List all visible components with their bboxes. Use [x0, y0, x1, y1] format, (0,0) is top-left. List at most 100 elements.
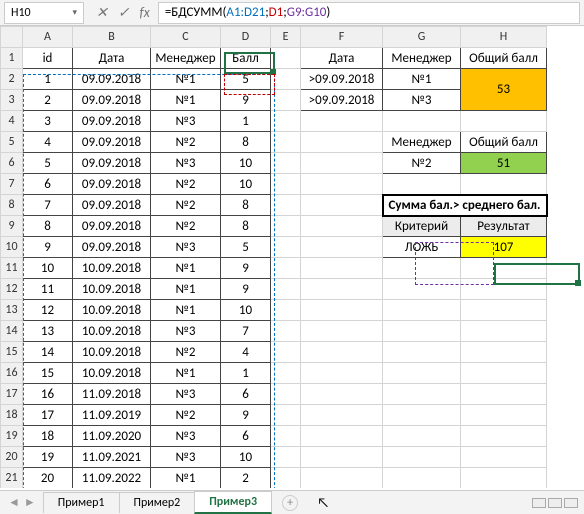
cell[interactable] [461, 258, 547, 279]
cell[interactable]: Дата [301, 48, 383, 69]
cell[interactable]: №2 [151, 132, 221, 153]
row-header[interactable]: 19 [1, 426, 23, 447]
col-header-F[interactable]: F [301, 27, 383, 48]
cell[interactable] [271, 195, 301, 216]
cell[interactable]: 11.09.2018 [73, 384, 151, 405]
cell[interactable] [301, 258, 383, 279]
cell[interactable]: №3 [151, 153, 221, 174]
row-header[interactable]: 1 [1, 48, 23, 69]
cell[interactable]: 8 [221, 195, 271, 216]
cell[interactable] [301, 174, 383, 195]
row-header[interactable]: 20 [1, 447, 23, 468]
formula-input[interactable]: =БДСУММ(A1:D21;D1;G9:G10) [158, 2, 580, 24]
cell[interactable]: 11.09.2021 [73, 447, 151, 468]
cell[interactable]: №3 [151, 447, 221, 468]
cell[interactable]: 5 [221, 69, 271, 90]
cell-sum-title[interactable]: Сумма бал.> среднего бал. [383, 195, 547, 216]
cell[interactable] [301, 342, 383, 363]
cell[interactable] [271, 342, 301, 363]
cell[interactable]: №2 [383, 153, 461, 174]
cell[interactable] [461, 447, 547, 468]
cell[interactable]: 7 [221, 321, 271, 342]
cell[interactable] [461, 279, 547, 300]
sheet-area[interactable]: A B C D E F G H 1 id Дата Менеджер Балл … [0, 26, 584, 488]
cell[interactable] [383, 363, 461, 384]
cell[interactable]: 09.09.2018 [73, 111, 151, 132]
cell[interactable]: 10 [23, 258, 73, 279]
cell[interactable]: 09.09.2018 [73, 195, 151, 216]
cell[interactable]: Менеджер [151, 48, 221, 69]
cell-result-53[interactable]: 53 [461, 69, 547, 111]
row-header[interactable]: 18 [1, 405, 23, 426]
cell[interactable]: 11.09.2019 [73, 405, 151, 426]
sheet-tab[interactable]: Пример1 [43, 492, 120, 513]
cell[interactable]: №1 [151, 90, 221, 111]
cell[interactable] [271, 90, 301, 111]
cell[interactable]: 8 [221, 132, 271, 153]
cell[interactable] [383, 342, 461, 363]
col-header-A[interactable]: A [23, 27, 73, 48]
cell[interactable]: 2 [221, 468, 271, 489]
cell[interactable]: 3 [23, 111, 73, 132]
cell[interactable]: 09.09.2018 [73, 237, 151, 258]
cell[interactable]: №2 [151, 342, 221, 363]
cell[interactable]: 19 [23, 447, 73, 468]
tab-prev-icon[interactable]: ◄ [8, 495, 20, 510]
cell[interactable]: 9 [221, 405, 271, 426]
cell[interactable] [461, 111, 547, 132]
cell[interactable]: №1 [151, 468, 221, 489]
cell[interactable] [461, 300, 547, 321]
cell[interactable]: Менеджер [383, 48, 461, 69]
cell[interactable] [301, 237, 383, 258]
cell[interactable]: Общий балл [461, 132, 547, 153]
col-header-E[interactable]: E [271, 27, 301, 48]
cell[interactable]: №1 [151, 258, 221, 279]
cell[interactable] [461, 342, 547, 363]
cell[interactable] [271, 447, 301, 468]
cell[interactable]: №2 [151, 174, 221, 195]
cell[interactable]: 20 [23, 468, 73, 489]
cell[interactable]: 13 [23, 321, 73, 342]
cell[interactable] [461, 321, 547, 342]
cell[interactable] [301, 426, 383, 447]
cell[interactable] [383, 426, 461, 447]
cell[interactable]: 10.09.2018 [73, 300, 151, 321]
cell[interactable]: 6 [221, 426, 271, 447]
cell[interactable] [271, 258, 301, 279]
cell[interactable]: 16 [23, 384, 73, 405]
cell[interactable]: 9 [221, 279, 271, 300]
row-header[interactable]: 8 [1, 195, 23, 216]
cell[interactable]: 9 [23, 237, 73, 258]
cell[interactable]: 7 [23, 195, 73, 216]
cell[interactable] [461, 426, 547, 447]
cell[interactable]: 10.09.2018 [73, 258, 151, 279]
cell[interactable]: №1 [151, 363, 221, 384]
cell[interactable] [301, 216, 383, 237]
cell[interactable]: №3 [151, 237, 221, 258]
col-header-B[interactable]: B [73, 27, 151, 48]
cell[interactable] [271, 153, 301, 174]
cell[interactable]: №2 [151, 405, 221, 426]
cell[interactable] [383, 174, 461, 195]
cell[interactable] [271, 384, 301, 405]
cell[interactable] [461, 384, 547, 405]
col-header-D[interactable]: D [221, 27, 271, 48]
cell[interactable]: 10.09.2018 [73, 321, 151, 342]
cell[interactable]: >09.09.2018 [301, 69, 383, 90]
cell[interactable] [271, 174, 301, 195]
cell[interactable]: №2 [151, 216, 221, 237]
row-header[interactable]: 13 [1, 300, 23, 321]
row-header[interactable]: 14 [1, 321, 23, 342]
row-header[interactable]: 3 [1, 90, 23, 111]
cell[interactable]: №3 [151, 384, 221, 405]
cell[interactable]: №1 [151, 69, 221, 90]
cell[interactable] [271, 468, 301, 489]
cell[interactable]: №1 [151, 279, 221, 300]
cell[interactable]: 10 [221, 447, 271, 468]
cell[interactable] [383, 258, 461, 279]
col-header-H[interactable]: H [461, 27, 547, 48]
cell[interactable]: Критерий [383, 216, 461, 237]
cell[interactable]: Дата [73, 48, 151, 69]
row-header[interactable]: 21 [1, 468, 23, 489]
cell[interactable] [383, 468, 461, 489]
